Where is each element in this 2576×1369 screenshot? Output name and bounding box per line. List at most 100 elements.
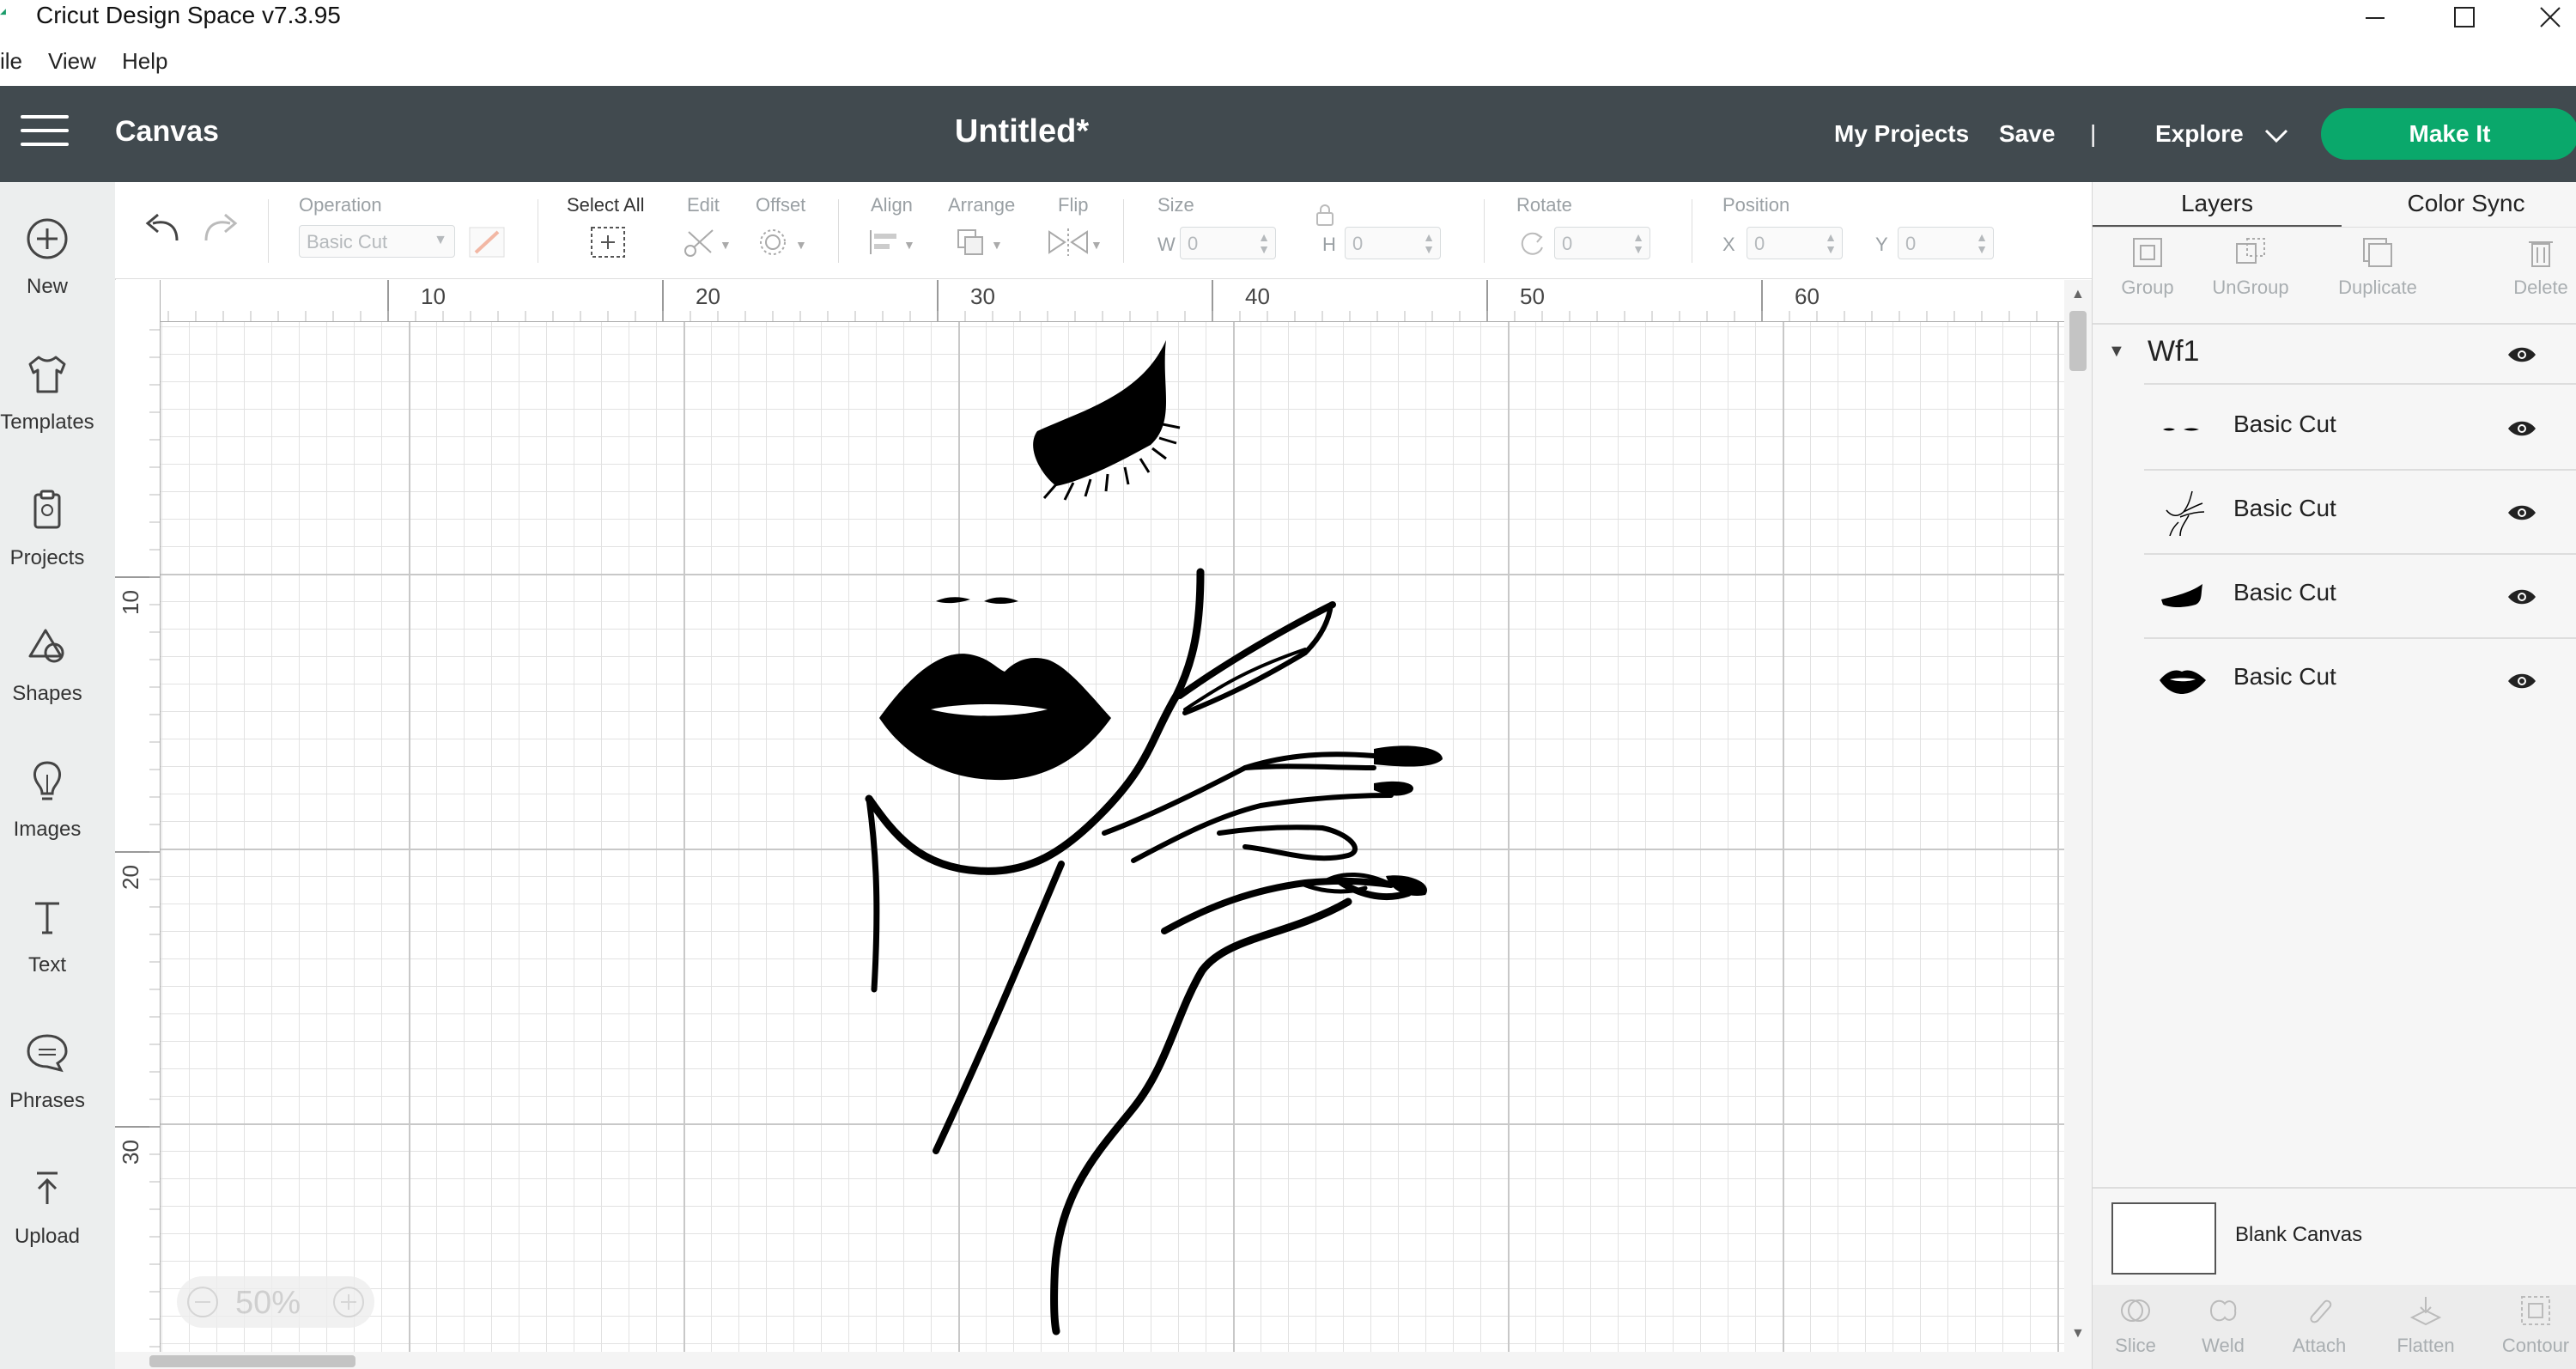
undo-icon[interactable] — [141, 208, 182, 246]
pen-color-icon[interactable] — [469, 227, 505, 258]
height-input[interactable]: 0 ▲ ▼ — [1345, 227, 1441, 259]
tool-label: Images — [13, 818, 82, 841]
document-title[interactable]: Untitled* — [936, 113, 1108, 150]
layer-row[interactable]: Basic Cut — [2144, 639, 2576, 721]
minimize-icon — [2366, 17, 2385, 19]
new-tool[interactable]: New — [0, 196, 94, 325]
align-icon[interactable]: ▼ — [867, 225, 919, 259]
duplicate-button[interactable]: Duplicate — [2326, 235, 2429, 299]
stepper-icon[interactable]: ▲ ▼ — [1976, 231, 1988, 255]
caret-down-icon[interactable]: ▼ — [2108, 342, 2125, 362]
hamburger-menu-button[interactable] — [21, 115, 69, 149]
scroll-down-icon[interactable]: ▼ — [2071, 1326, 2085, 1342]
close-button[interactable] — [2507, 0, 2576, 34]
ruler-label: 40 — [1245, 283, 1270, 309]
eye-icon[interactable] — [2506, 345, 2537, 364]
section-title: Canvas — [115, 115, 219, 148]
group-button[interactable]: Group — [2096, 235, 2199, 299]
flatten-icon — [2409, 1297, 2442, 1326]
text-icon — [35, 902, 59, 934]
layer-row[interactable]: Basic Cut — [2144, 471, 2576, 555]
operation-select[interactable]: Basic Cut ▼ — [299, 225, 455, 258]
flip-icon[interactable]: ▼ — [1046, 225, 1103, 259]
make-it-button[interactable]: Make It — [2321, 108, 2576, 160]
layer-name: Basic Cut — [2233, 663, 2336, 690]
explore-dropdown[interactable]: Explore — [2155, 120, 2289, 148]
offset-icon[interactable]: ▼ — [757, 225, 809, 259]
tool-label: Upload — [14, 1225, 81, 1248]
horizontal-scrollbar[interactable] — [115, 1352, 2064, 1369]
menu-view[interactable]: View — [48, 48, 96, 75]
y-position-input[interactable]: 0 ▲ ▼ — [1898, 227, 1994, 259]
arrange-icon[interactable]: ▼ — [955, 225, 1010, 259]
upload-tool[interactable]: Upload — [0, 1146, 94, 1275]
layer-row[interactable]: Basic Cut — [2144, 386, 2576, 471]
eye-icon[interactable] — [2506, 672, 2537, 691]
weld-button[interactable]: Weld — [2172, 1293, 2275, 1357]
menu-help[interactable]: Help — [122, 48, 167, 75]
horizontal-scroll-thumb[interactable] — [149, 1355, 355, 1367]
shapes-icon — [28, 629, 64, 663]
projects-tool[interactable]: Projects — [0, 467, 94, 596]
flatten-button[interactable]: Flatten — [2374, 1293, 2477, 1357]
tab-color-sync[interactable]: Color Sync — [2342, 182, 2576, 225]
shirt-icon — [28, 356, 66, 393]
tool-label: Projects — [9, 546, 85, 569]
lock-icon[interactable] — [1314, 203, 1336, 228]
edit-scissors-icon[interactable]: ▼ — [682, 225, 733, 259]
stepper-icon[interactable]: ▲ ▼ — [1423, 231, 1435, 255]
stepper-icon[interactable]: ▲ ▼ — [1258, 231, 1270, 255]
vertical-scrollbar[interactable]: ▲ ▼ — [2064, 280, 2092, 1369]
tab-layers[interactable]: Layers — [2093, 182, 2342, 227]
slice-label: Slice — [2115, 1335, 2156, 1356]
ungroup-button[interactable]: UnGroup — [2199, 235, 2302, 299]
scroll-up-icon[interactable]: ▲ — [2071, 287, 2085, 302]
ruler-label: 50 — [1520, 283, 1545, 309]
tool-label: Shapes — [12, 682, 82, 705]
width-input[interactable]: 0 ▲ ▼ — [1180, 227, 1276, 259]
delete-label: Delete — [2513, 277, 2568, 298]
hand-thumbnail — [2166, 490, 2205, 536]
vertical-scroll-thumb[interactable] — [2069, 311, 2087, 371]
images-tool[interactable]: Images — [0, 739, 94, 867]
my-projects-link[interactable]: My Projects — [1834, 120, 1969, 148]
eye-icon[interactable] — [2506, 503, 2537, 522]
top-ruler: 10 20 30 40 50 60 — [115, 280, 2064, 322]
menu-file[interactable]: ile — [0, 48, 22, 75]
edit-toolbar: Operation Basic Cut ▼ Select All Edit ▼ … — [115, 182, 2092, 279]
delete-button[interactable]: Delete — [2489, 235, 2576, 299]
text-tool[interactable]: Text — [0, 874, 94, 1003]
phrases-tool[interactable]: Phrases — [0, 1010, 94, 1139]
attach-label: Attach — [2292, 1335, 2347, 1356]
svg-text:▼: ▼ — [903, 238, 915, 252]
layer-group-row[interactable]: ▼ Wf1 — [2093, 326, 2576, 383]
stepper-icon[interactable]: ▲ ▼ — [1632, 231, 1644, 255]
face-line-art[interactable] — [841, 335, 1443, 1340]
blank-canvas-swatch[interactable] — [2111, 1202, 2216, 1275]
templates-tool[interactable]: Templates — [0, 332, 94, 460]
maximize-button[interactable] — [2421, 0, 2507, 34]
eye-icon[interactable] — [2506, 587, 2537, 606]
left-toolbar: New Templates Projects Shapes Images Tex… — [0, 182, 116, 1369]
edit-label: Edit — [687, 194, 720, 216]
save-button[interactable]: Save — [1999, 120, 2055, 148]
eye-icon[interactable] — [2506, 419, 2537, 438]
operation-label: Operation — [299, 194, 382, 216]
minimize-button[interactable] — [2332, 0, 2418, 34]
window-title-bar: ◢ Cricut Design Space v7.3.95 — [0, 0, 2576, 34]
rotate-input[interactable]: 0 ▲ ▼ — [1554, 227, 1650, 259]
layer-name: Basic Cut — [2233, 579, 2336, 605]
redo-icon[interactable] — [201, 208, 242, 246]
ruler-corner — [115, 280, 160, 321]
x-position-input[interactable]: 0 ▲ ▼ — [1747, 227, 1843, 259]
select-all-icon[interactable] — [589, 225, 627, 259]
blank-canvas-label: Blank Canvas — [2235, 1223, 2363, 1246]
zoom-in-icon[interactable] — [331, 1285, 366, 1319]
attach-button[interactable]: Attach — [2268, 1293, 2371, 1357]
layer-name: Basic Cut — [2233, 411, 2336, 437]
shapes-tool[interactable]: Shapes — [0, 603, 94, 732]
stepper-icon[interactable]: ▲ ▼ — [1825, 231, 1837, 255]
layer-row[interactable]: Basic Cut — [2144, 555, 2576, 639]
contour-button[interactable]: Contour — [2484, 1293, 2576, 1357]
zoom-out-icon[interactable] — [185, 1285, 220, 1319]
